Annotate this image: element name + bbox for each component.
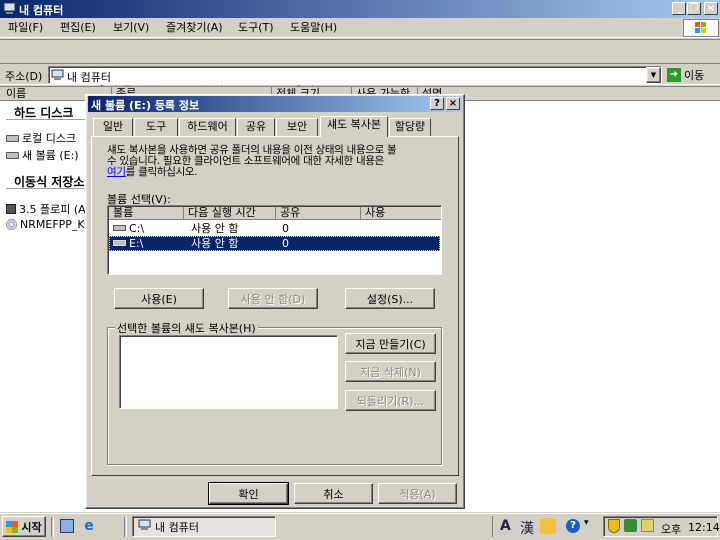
column-header-next-run[interactable]: 다음 실행 시간 — [184, 207, 276, 220]
group-underline — [6, 119, 86, 120]
dialog-title: 새 볼륨 (E:) 등록 정보 — [91, 99, 200, 112]
column-header-used[interactable]: 사용 — [361, 207, 441, 220]
ime-options-icon[interactable]: ▾ — [584, 518, 589, 528]
taskbar-task-my-computer[interactable]: 내 컴퓨터 — [132, 516, 276, 537]
table-row[interactable]: C:\ 사용 안 함 0 — [109, 221, 440, 236]
hard-drive-icon — [6, 134, 19, 142]
window-title: 내 컴퓨터 — [19, 4, 64, 17]
address-dropdown-button[interactable]: ▼ — [646, 67, 661, 83]
ok-button[interactable]: 확인 — [208, 482, 289, 505]
menu-help[interactable]: 도움말(H) — [290, 20, 337, 36]
explorer-title-bar[interactable]: 내 컴퓨터 _ ❐ × — [0, 0, 720, 18]
show-desktop-icon[interactable] — [60, 519, 74, 533]
cancel-button[interactable]: 취소 — [294, 483, 373, 504]
ime-mode-a[interactable]: A — [500, 518, 511, 534]
hard-drive-icon — [6, 151, 19, 159]
menu-file[interactable]: 파일(F) — [8, 20, 43, 36]
shield-icon[interactable] — [608, 519, 620, 533]
shadow-copies-panel: 섀도 복사본을 사용하면 공유 폴더의 내용을 이전 상태의 내용으로 볼 수 … — [91, 136, 459, 476]
menu-favorites[interactable]: 즐겨찾기(A) — [166, 20, 223, 36]
windows-logo-icon — [683, 19, 719, 37]
tab-tools[interactable]: 도구 — [134, 118, 178, 136]
hard-drive-icon — [113, 225, 126, 231]
taskbar-separator — [124, 517, 127, 537]
taskbar-separator — [51, 517, 54, 537]
tab-shadow-copies[interactable]: 섀도 복사본 — [320, 116, 388, 137]
dialog-title-bar[interactable]: 새 볼륨 (E:) 등록 정보 ? × — [88, 96, 462, 112]
help-link[interactable]: 여기 — [107, 166, 126, 178]
tab-quota[interactable]: 할당량 — [389, 118, 431, 136]
volume-icon[interactable] — [641, 519, 654, 532]
tab-security[interactable]: 보안 — [276, 118, 318, 136]
ime-hanja[interactable]: 漢 — [520, 518, 534, 538]
menu-bar: 파일(F) 편집(E) 보기(V) 즐겨찾기(A) 도구(T) 도움말(H) — [0, 18, 720, 38]
volume-list[interactable]: 볼륨 다음 실행 시간 공유 사용 C:\ 사용 안 함 0 E:\ 사용 안 … — [107, 205, 442, 275]
tab-general[interactable]: 일반 — [93, 118, 133, 136]
create-now-button[interactable]: 지금 만들기(C) — [345, 333, 436, 354]
group-underline — [6, 188, 86, 189]
my-computer-icon — [138, 519, 151, 534]
my-computer-icon — [3, 2, 16, 15]
delete-now-button[interactable]: 지금 삭제(N) — [345, 361, 436, 382]
help-button[interactable]: ? — [430, 97, 444, 110]
cd-drive-icon — [6, 219, 17, 230]
shadow-group-label: 선택한 볼륨의 섀도 복사본(H) — [115, 320, 258, 336]
menu-edit[interactable]: 편집(E) — [60, 20, 96, 36]
my-computer-icon — [51, 69, 64, 84]
list-item[interactable]: 새 볼륨 (E:) — [6, 147, 79, 163]
ie-icon[interactable]: e — [81, 518, 97, 534]
network-icon[interactable] — [624, 519, 637, 532]
address-input[interactable]: 내 컴퓨터 ▼ — [48, 66, 662, 84]
clock-ampm: 오후 — [661, 523, 682, 536]
start-button[interactable]: 시작 — [2, 516, 46, 537]
hard-drive-icon — [113, 240, 126, 246]
list-item[interactable]: 3.5 플로피 (A:) — [6, 201, 93, 217]
address-label: 주소(D) — [5, 70, 43, 83]
go-button[interactable]: ➜ 이동 — [667, 67, 704, 83]
column-header-volume[interactable]: 볼륨 — [109, 207, 184, 220]
address-value: 내 컴퓨터 — [67, 71, 111, 84]
column-header-shares[interactable]: 공유 — [276, 207, 361, 220]
menu-view[interactable]: 보기(V) — [113, 20, 149, 36]
minimize-button[interactable]: _ — [672, 2, 686, 15]
address-bar: 주소(D) 내 컴퓨터 ▼ ➜ 이동 — [0, 63, 720, 85]
go-arrow-icon: ➜ — [667, 68, 681, 82]
floppy-icon — [6, 204, 16, 214]
help-circle-icon[interactable]: ? — [566, 519, 580, 533]
menu-tools[interactable]: 도구(T) — [238, 20, 274, 36]
table-row-selected[interactable]: E:\ 사용 안 함 0 — [109, 236, 440, 251]
windows-flag-icon — [6, 520, 19, 533]
tab-hardware[interactable]: 하드웨어 — [179, 118, 236, 136]
apply-button[interactable]: 적용(A) — [378, 483, 457, 504]
enable-button[interactable]: 사용(E) — [114, 288, 204, 309]
shadow-copies-list[interactable] — [119, 335, 338, 409]
list-item[interactable]: 로컬 디스크 — [6, 130, 76, 146]
disable-button[interactable]: 사용 안 함(D) — [228, 288, 318, 309]
dialog-close-button[interactable]: × — [446, 97, 460, 110]
ime-tool-icon[interactable] — [540, 518, 556, 534]
clock-time[interactable]: 12:14 — [688, 521, 720, 534]
close-button[interactable]: × — [704, 2, 718, 15]
tab-sharing[interactable]: 공유 — [237, 118, 275, 136]
description-text: 섀도 복사본을 사용하면 공유 폴더의 내용을 이전 상태의 내용으로 볼 수 … — [107, 144, 397, 178]
standard-toolbar: ◀ 뒤로 ▼ ▶ ▼ ⇧ 🔍 검색 폴더 ▤ ▥ ✕ ↶ ▼ — [0, 39, 720, 100]
list-item[interactable]: NRMEFPP_KO — [6, 218, 93, 231]
revert-button[interactable]: 되돌리기(R)... — [345, 390, 436, 411]
settings-button[interactable]: 설정(S)... — [345, 288, 435, 309]
restore-button[interactable]: ❐ — [687, 2, 701, 15]
